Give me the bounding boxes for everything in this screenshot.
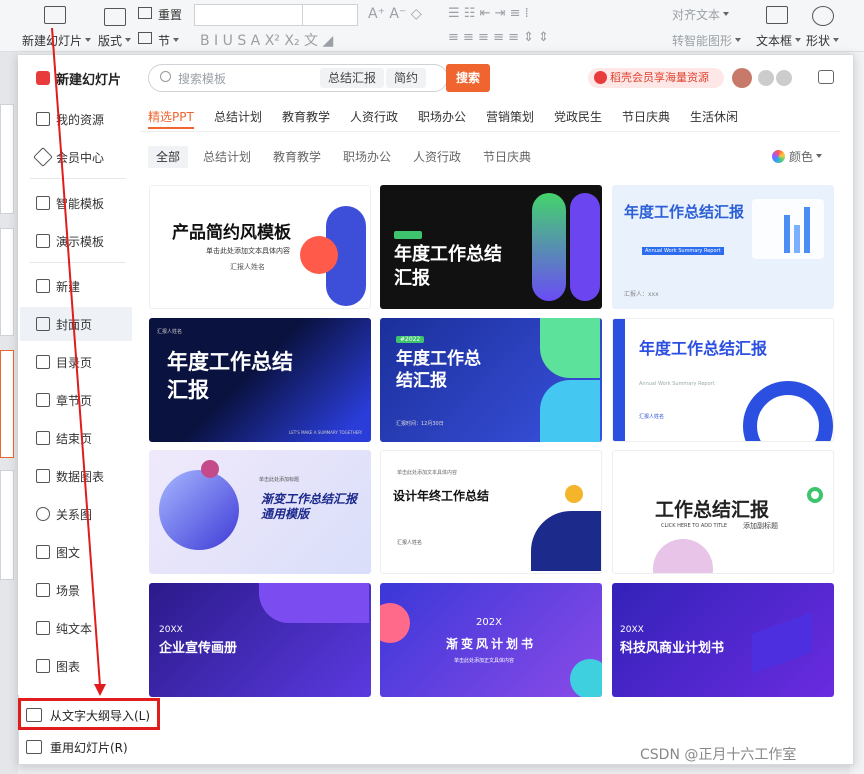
arrow-head — [94, 684, 106, 696]
annotation-arrow — [51, 27, 106, 696]
watermark-text: CSDN @正月十六工作室 — [640, 747, 797, 763]
arrow-line — [51, 27, 101, 687]
